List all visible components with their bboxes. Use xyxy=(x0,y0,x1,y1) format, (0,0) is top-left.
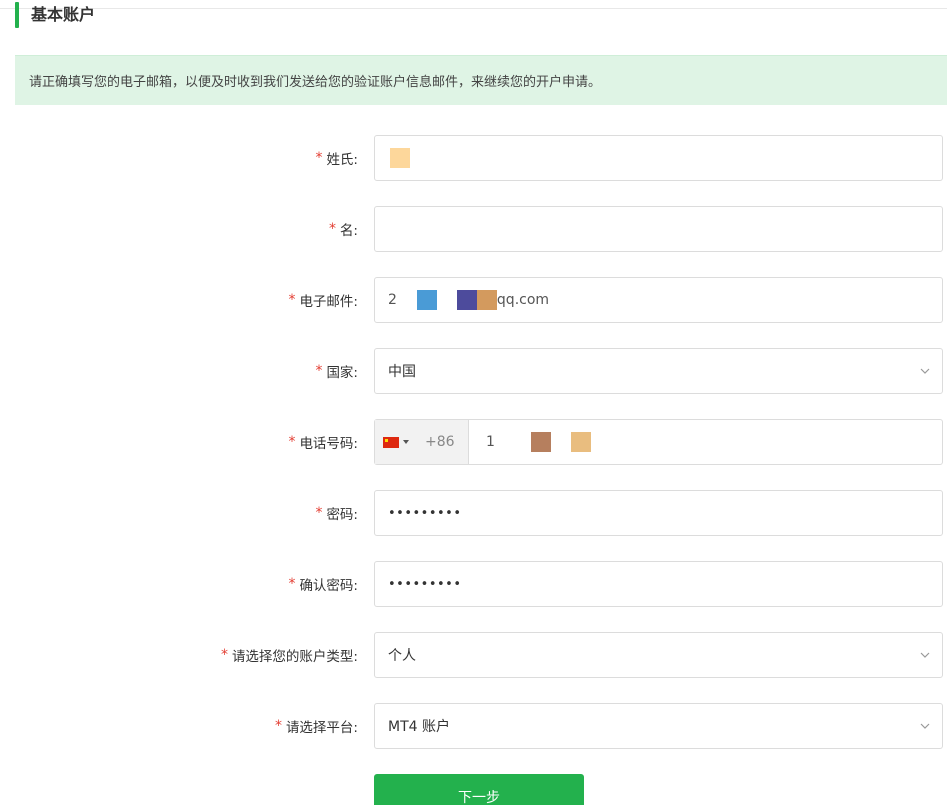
redacted-text xyxy=(530,432,551,452)
info-notice: 请正确填写您的电子邮箱，以便及时收到我们发送给您的验证账户信息邮件，来继续您的开… xyxy=(15,55,947,105)
required-mark: * xyxy=(315,363,323,379)
phone-row: * 电话号码: +86 1 xyxy=(0,419,947,465)
next-button[interactable]: 下一步 xyxy=(374,774,584,805)
confirm-password-input[interactable]: ••••••••• xyxy=(374,561,943,607)
required-mark: * xyxy=(288,292,296,308)
notice-text: 请正确填写您的电子邮箱，以便及时收到我们发送给您的验证账户信息邮件，来继续您的开… xyxy=(29,75,602,90)
password-label: * 密码: xyxy=(315,505,358,523)
country-select[interactable]: 中国 xyxy=(374,348,943,394)
caret-down-icon xyxy=(403,440,409,444)
confirm-password-label: * 确认密码: xyxy=(288,576,358,594)
phone-input[interactable]: +86 1 xyxy=(374,419,943,465)
first-name-input[interactable] xyxy=(374,206,943,252)
last-name-label: * 姓氏: xyxy=(315,150,358,168)
required-mark: * xyxy=(220,647,228,663)
confirm-password-row: * 确认密码: ••••••••• xyxy=(0,561,947,607)
country-code-picker[interactable]: +86 xyxy=(375,420,469,464)
section-header: 基本账户 xyxy=(15,2,95,28)
country-row: * 国家: 中国 xyxy=(0,348,947,394)
account-type-select[interactable]: 个人 xyxy=(374,632,943,678)
chevron-down-icon xyxy=(920,368,930,374)
redacted-text xyxy=(390,148,410,168)
china-flag-icon xyxy=(383,436,399,448)
section-accent-bar xyxy=(15,2,19,28)
platform-label: * 请选择平台: xyxy=(274,718,358,736)
phone-label: * 电话号码: xyxy=(288,434,358,452)
required-mark: * xyxy=(328,221,336,237)
last-name-input[interactable] xyxy=(374,135,943,181)
first-name-label: * 名: xyxy=(328,221,358,239)
platform-select[interactable]: MT4 账户 xyxy=(374,703,943,749)
first-name-row: * 名: xyxy=(0,206,947,252)
chevron-down-icon xyxy=(920,723,930,729)
top-divider xyxy=(0,8,947,9)
password-row: * 密码: ••••••••• xyxy=(0,490,947,536)
country-code: +86 xyxy=(425,434,455,450)
account-type-label: * 请选择您的账户类型: xyxy=(220,647,358,665)
redacted-text xyxy=(570,432,591,452)
email-input[interactable]: 2 qq.com xyxy=(374,277,943,323)
redacted-text xyxy=(456,290,477,310)
last-name-row: * 姓氏: xyxy=(0,135,947,181)
required-mark: * xyxy=(274,718,282,734)
required-mark: * xyxy=(288,576,296,592)
section-title: 基本账户 xyxy=(31,5,96,24)
email-row: * 电子邮件: 2 qq.com xyxy=(0,277,947,323)
chevron-down-icon xyxy=(920,652,930,658)
required-mark: * xyxy=(315,150,323,166)
country-label: * 国家: xyxy=(315,363,358,381)
required-mark: * xyxy=(315,505,323,521)
platform-row: * 请选择平台: MT4 账户 xyxy=(0,703,947,749)
redacted-text xyxy=(416,290,437,310)
password-input[interactable]: ••••••••• xyxy=(374,490,943,536)
required-mark: * xyxy=(288,434,296,450)
email-label: * 电子邮件: xyxy=(288,292,358,310)
redacted-text xyxy=(476,290,497,310)
account-type-row: * 请选择您的账户类型: 个人 xyxy=(0,632,947,678)
